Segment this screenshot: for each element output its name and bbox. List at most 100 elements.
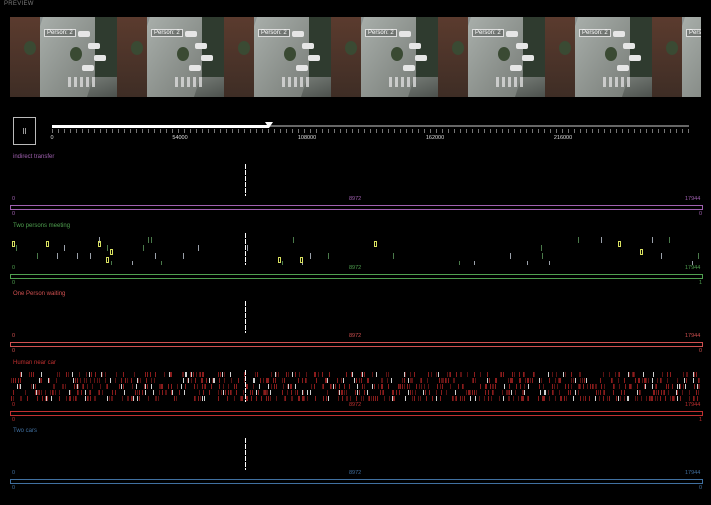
event-mark	[377, 396, 378, 401]
track-lane-one-person-waiting[interactable]	[10, 301, 703, 333]
video-frame[interactable]: Person: 2	[117, 17, 224, 97]
event-mark	[459, 261, 460, 265]
event-mark	[261, 396, 262, 401]
event-highlight[interactable]	[46, 241, 49, 247]
video-frame[interactable]: Person: 2	[438, 17, 545, 97]
event-mark	[236, 384, 237, 389]
event-mark	[578, 237, 579, 243]
video-frame[interactable]: Person: 2	[10, 17, 117, 97]
event-mark	[388, 384, 389, 389]
event-mark	[222, 372, 223, 377]
event-mark	[89, 372, 90, 377]
track-range-indirect-transfer[interactable]	[10, 205, 703, 210]
event-mark	[244, 378, 245, 383]
event-mark	[193, 372, 194, 377]
event-highlight[interactable]	[374, 241, 377, 247]
event-highlight[interactable]	[278, 257, 281, 263]
event-mark	[77, 253, 78, 259]
event-mark	[660, 378, 661, 383]
event-mark	[168, 384, 169, 389]
video-frame[interactable]: Person: 2	[224, 17, 331, 97]
video-filmstrip[interactable]: Person: 2 Person: 2 Person: 2 Person: 2 Pers…	[10, 17, 701, 97]
event-mark	[177, 384, 178, 389]
track-bar-left-two-persons-meeting: 0	[12, 280, 16, 286]
event-mark	[59, 396, 60, 401]
event-mark	[202, 396, 203, 401]
event-mark	[554, 384, 555, 389]
event-mark	[634, 372, 635, 377]
event-mark	[408, 390, 409, 395]
event-mark	[502, 390, 503, 395]
event-mark	[143, 245, 144, 251]
event-mark	[247, 245, 248, 251]
event-highlight[interactable]	[640, 249, 643, 255]
event-highlight[interactable]	[12, 241, 15, 247]
event-highlight[interactable]	[98, 241, 101, 247]
playhead-mark	[245, 456, 246, 461]
event-mark	[565, 384, 566, 389]
event-mark	[327, 378, 328, 383]
track-lane-two-cars[interactable]	[10, 438, 703, 470]
event-mark	[74, 384, 75, 389]
event-mark	[495, 384, 496, 389]
event-mark	[295, 390, 296, 395]
event-mark	[234, 396, 235, 401]
event-mark	[583, 384, 584, 389]
event-mark	[411, 378, 412, 383]
track-lane-indirect-transfer[interactable]	[10, 164, 703, 196]
event-highlight[interactable]	[300, 257, 303, 263]
event-mark	[519, 372, 520, 377]
track-range-two-cars[interactable]	[10, 479, 703, 484]
event-mark	[176, 396, 177, 401]
track-range-one-person-waiting[interactable]	[10, 342, 703, 347]
video-frame[interactable]: Person: 2	[545, 17, 652, 97]
event-mark	[147, 372, 148, 377]
event-mark	[402, 384, 403, 389]
event-mark	[287, 390, 288, 395]
play-pause-button[interactable]: II	[13, 117, 36, 145]
event-highlight[interactable]	[110, 249, 113, 255]
playhead-mark	[245, 450, 246, 455]
track-lane-human-near-car[interactable]	[10, 370, 703, 402]
event-mark	[282, 261, 283, 265]
event-mark	[198, 245, 199, 251]
event-mark	[653, 390, 654, 395]
event-mark	[266, 396, 267, 401]
event-mark	[260, 378, 261, 383]
event-highlight[interactable]	[106, 257, 109, 263]
event-mark	[667, 378, 668, 383]
event-mark	[337, 378, 338, 383]
person-tag: Person: 2	[579, 29, 611, 37]
video-frame[interactable]: Person: 2	[652, 17, 701, 97]
track-max-indirect-transfer: 17944	[685, 196, 701, 202]
track-lane-two-persons-meeting[interactable]	[10, 233, 703, 265]
event-highlight[interactable]	[618, 241, 621, 247]
event-mark	[94, 396, 95, 401]
event-mark	[560, 378, 561, 383]
event-mark	[439, 378, 440, 383]
event-mark	[391, 378, 392, 383]
event-mark	[230, 372, 231, 377]
track-bar-right-two-persons-meeting: 1	[699, 280, 703, 286]
playhead-mark	[245, 325, 246, 330]
track-range-human-near-car[interactable]	[10, 411, 703, 416]
track-title-one-person-waiting: One Person waiting	[13, 291, 66, 297]
event-mark	[596, 390, 597, 395]
event-mark	[89, 390, 90, 395]
event-mark	[508, 396, 509, 401]
video-frame[interactable]: Person: 2	[331, 17, 438, 97]
scrubber-handle-icon[interactable]	[264, 122, 273, 128]
event-mark	[228, 384, 229, 389]
event-mark	[73, 378, 74, 383]
event-mark	[652, 396, 653, 401]
event-mark	[355, 390, 356, 395]
event-mark	[342, 390, 343, 395]
event-mark	[101, 372, 102, 377]
event-mark	[512, 378, 513, 383]
event-mark	[361, 372, 362, 377]
event-mark	[204, 384, 205, 389]
track-range-two-persons-meeting[interactable]	[10, 274, 703, 279]
event-mark	[524, 390, 525, 395]
event-mark	[326, 396, 327, 401]
event-mark	[518, 396, 519, 401]
